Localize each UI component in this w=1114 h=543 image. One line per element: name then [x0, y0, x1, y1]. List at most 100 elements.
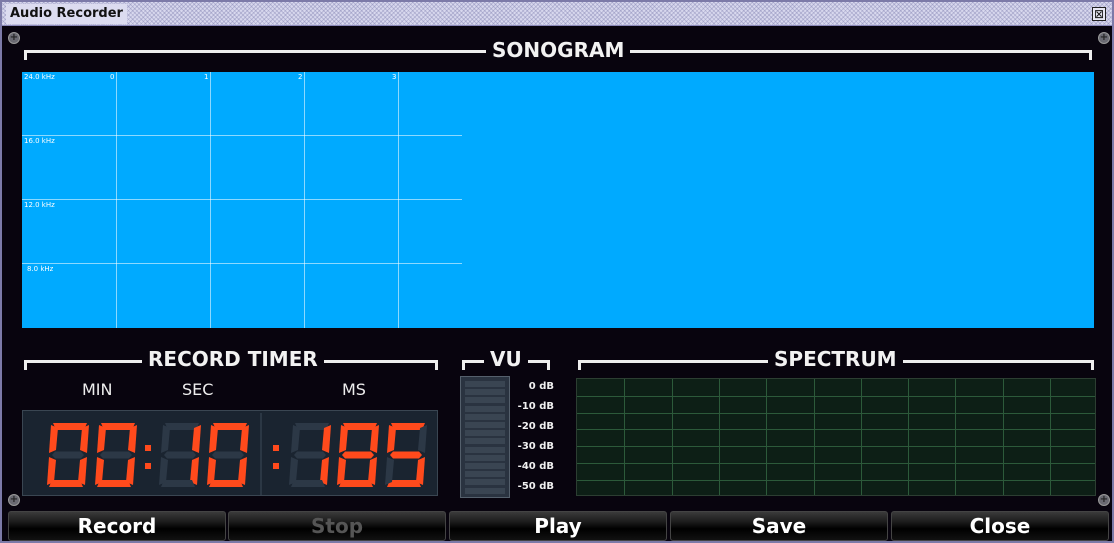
- db-label: 0 dB: [528, 381, 554, 392]
- digit-segment: [101, 423, 135, 430]
- stop-button[interactable]: Stop: [228, 511, 446, 541]
- digit-segment: [343, 423, 377, 430]
- colon-dot: [273, 463, 279, 469]
- title-bar[interactable]: Audio Recorder ⊠: [2, 2, 1112, 26]
- digit-segment: [49, 480, 83, 487]
- spectrum-display: [576, 378, 1096, 496]
- grid-line: [398, 72, 399, 328]
- grid-line: [577, 412, 1095, 414]
- vu-segment: [465, 397, 505, 404]
- grid-line: [304, 72, 305, 328]
- grid-line: [577, 479, 1095, 481]
- grid-line: [577, 395, 1095, 397]
- screw-icon: +: [1098, 494, 1110, 506]
- digit-segment: [391, 423, 425, 430]
- digit-segment: [209, 480, 243, 487]
- grid-line: [577, 463, 1095, 464]
- sonogram-display: 24.0 kHz 16.0 kHz 12.0 kHz 8.0 kHz 0 1 2…: [22, 72, 1094, 328]
- vu-segment: [465, 463, 505, 469]
- digit-segment: [212, 451, 244, 459]
- digit-segment: [339, 425, 348, 453]
- grid-line: [22, 135, 462, 136]
- digit-segment: [387, 425, 396, 453]
- screw-icon: +: [1098, 32, 1110, 44]
- grid-line: [22, 199, 462, 200]
- seconds-label: 2: [298, 73, 303, 81]
- colon-dot: [273, 445, 279, 451]
- vu-segment: [465, 389, 505, 396]
- grid-line: [577, 446, 1095, 448]
- vu-segment: [465, 471, 505, 478]
- digit-segment: [390, 451, 422, 459]
- digit-segment: [339, 480, 373, 487]
- close-button[interactable]: Close: [891, 511, 1109, 541]
- vu-segment: [465, 422, 505, 428]
- vu-segment: [465, 438, 505, 445]
- record-timer-title: RECORD TIMER: [142, 348, 324, 370]
- freq-label: 24.0 kHz: [24, 73, 55, 81]
- digit-segment: [161, 425, 170, 453]
- grid-line: [210, 72, 211, 328]
- digit-segment: [97, 425, 106, 453]
- audio-recorder-window: Audio Recorder ⊠ + + + + SONOGRAM 24.0 k…: [0, 0, 1114, 543]
- db-label: -30 dB: [517, 441, 554, 452]
- digit-segment: [100, 451, 132, 459]
- timer-display: [22, 410, 438, 496]
- digit-segment: [209, 425, 218, 453]
- save-button[interactable]: Save: [670, 511, 888, 541]
- screw-icon: +: [8, 494, 20, 506]
- freq-label: 12.0 kHz: [24, 201, 55, 209]
- record-button[interactable]: Record: [8, 511, 226, 541]
- colon-dot: [145, 445, 151, 451]
- seconds-label: 3: [392, 73, 397, 81]
- grid-line: [577, 429, 1095, 431]
- spectrum-title: SPECTRUM: [768, 348, 903, 370]
- digit-segment: [291, 480, 325, 487]
- db-label: -20 dB: [517, 421, 554, 432]
- digit-segment: [295, 423, 329, 430]
- vu-segment: [465, 413, 505, 420]
- screw-icon: +: [8, 32, 20, 44]
- ms-label: MS: [342, 380, 366, 399]
- grid-line: [116, 72, 117, 328]
- vu-title: VU: [484, 348, 528, 370]
- vu-segment: [465, 405, 505, 412]
- digit-segment: [387, 480, 421, 487]
- digit-segment: [52, 451, 84, 459]
- digit-segment: [161, 480, 195, 487]
- vu-segment: [465, 430, 505, 437]
- vu-segment: [465, 454, 505, 461]
- digit-segment: [53, 423, 87, 430]
- seconds-label: 0: [110, 73, 115, 81]
- digit-segment: [294, 451, 326, 459]
- digit-segment: [291, 425, 300, 453]
- digit-segment: [49, 425, 58, 453]
- seven-segment-readout: [47, 413, 427, 495]
- min-label: MIN: [82, 380, 113, 399]
- vu-segment: [465, 487, 505, 494]
- db-label: -50 dB: [517, 481, 554, 492]
- recorder-panel: + + + + SONOGRAM 24.0 kHz 16.0 kHz 12.0 …: [2, 26, 1112, 541]
- sonogram-title: SONOGRAM: [486, 39, 631, 61]
- db-label: -10 dB: [517, 401, 554, 412]
- vu-segment: [465, 381, 505, 387]
- digit-segment: [165, 423, 199, 430]
- grid-line: [22, 263, 462, 264]
- vu-meter: [460, 376, 510, 498]
- play-button[interactable]: Play: [449, 511, 667, 541]
- vu-segment: [465, 446, 505, 453]
- digit-segment: [97, 480, 131, 487]
- digit-segment: [213, 423, 247, 430]
- db-label: -40 dB: [517, 461, 554, 472]
- button-bar: Record Stop Play Save Close: [2, 511, 1112, 541]
- colon-dot: [145, 463, 151, 469]
- window-title: Audio Recorder: [6, 4, 127, 24]
- digit-segment: [164, 451, 196, 459]
- window-close-icon[interactable]: ⊠: [1092, 7, 1106, 21]
- vu-segment: [465, 479, 505, 486]
- digit-segment: [342, 451, 374, 459]
- freq-label: 16.0 kHz: [24, 137, 55, 145]
- freq-label: 8.0 kHz: [27, 265, 54, 273]
- sec-label: SEC: [182, 380, 214, 399]
- seconds-label: 1: [204, 73, 209, 81]
